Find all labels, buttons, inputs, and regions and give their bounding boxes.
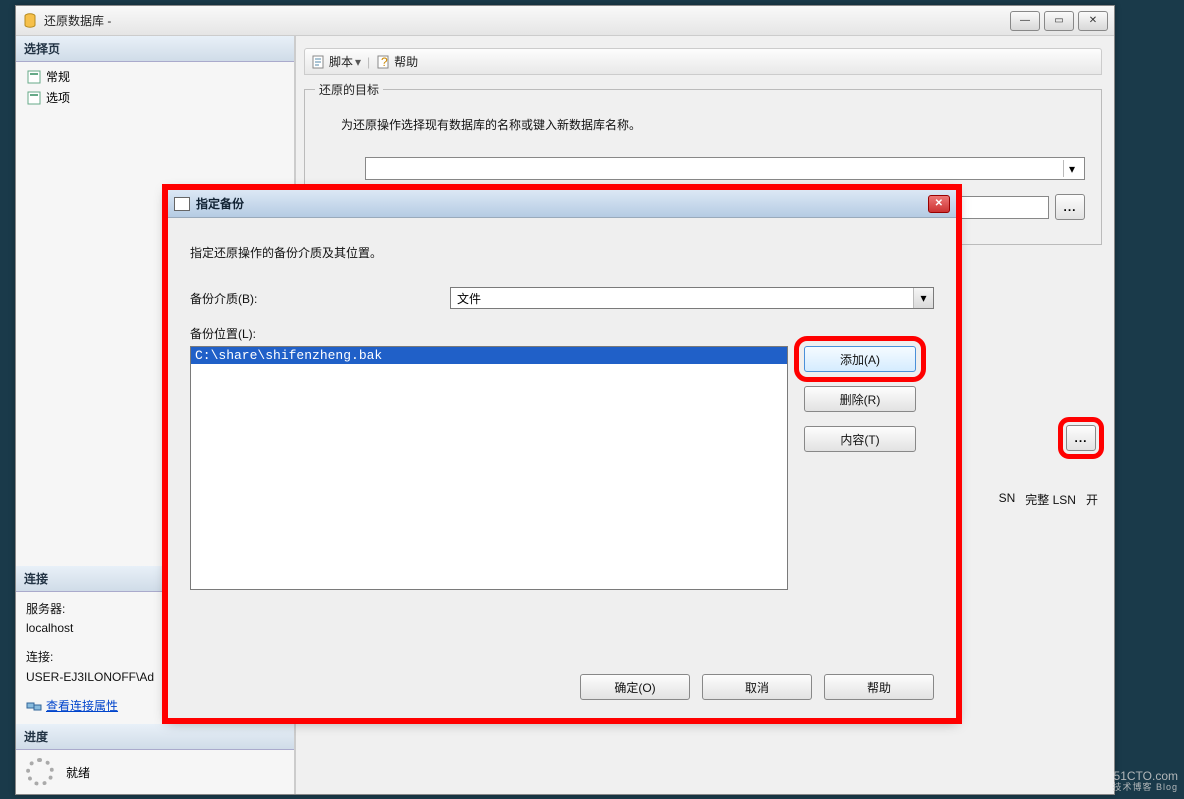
restore-info-text: 为还原操作选择现有数据库的名称或键入新数据库名称。	[341, 116, 1081, 133]
help-icon: ?	[376, 54, 392, 70]
window-title: 还原数据库 -	[44, 12, 1010, 29]
specify-backup-dialog: 指定备份 ✕ 指定还原操作的备份介质及其位置。 备份介质(B): 文件 ▾ 备份…	[167, 189, 957, 719]
remove-button[interactable]: 删除(R)	[804, 386, 916, 412]
database-icon	[22, 13, 38, 29]
progress-text: 就绪	[66, 764, 90, 781]
progress-header: 进度	[16, 724, 294, 750]
window-controls: — ▭ ✕	[1010, 11, 1108, 31]
connection-icon	[26, 698, 42, 714]
select-page-header: 选择页	[16, 36, 294, 62]
cancel-button[interactable]: 取消	[702, 674, 812, 700]
fieldset-legend: 还原的目标	[315, 81, 383, 98]
progress-status: 就绪	[16, 750, 294, 794]
spinner-icon	[26, 758, 54, 786]
nav-label: 选项	[46, 89, 70, 106]
link-text: 查看连接属性	[46, 697, 118, 716]
nav-item-options[interactable]: 选项	[20, 87, 290, 108]
script-icon	[311, 54, 327, 70]
dropdown-arrow-icon: ▾	[355, 55, 361, 69]
toolbar: 脚本 ▾ | ? 帮助	[304, 48, 1102, 75]
close-button[interactable]: ✕	[1078, 11, 1108, 31]
contents-button[interactable]: 内容(T)	[804, 426, 916, 452]
watermark: 51CTO.com 技术博客 Blog	[1112, 770, 1178, 793]
list-item[interactable]: C:\share\shifenzheng.bak	[191, 347, 787, 364]
browse-button-1[interactable]: ...	[1055, 194, 1085, 220]
help-label: 帮助	[394, 53, 418, 70]
dialog-title: 指定备份	[196, 195, 928, 212]
dialog-description: 指定还原操作的备份介质及其位置。	[190, 244, 934, 261]
ok-button[interactable]: 确定(O)	[580, 674, 690, 700]
add-button[interactable]: 添加(A)	[804, 346, 916, 372]
dialog-close-button[interactable]: ✕	[928, 195, 950, 213]
dialog-body: 指定还原操作的备份介质及其位置。 备份介质(B): 文件 ▾ 备份位置(L): …	[168, 218, 956, 606]
dialog-action-buttons: 确定(O) 取消 帮助	[580, 674, 934, 700]
svg-text:?: ?	[381, 55, 388, 69]
watermark-line2: 技术博客 Blog	[1112, 783, 1178, 793]
chevron-down-icon: ▾	[913, 288, 933, 308]
backup-media-select[interactable]: 文件 ▾	[450, 287, 934, 309]
nav-label: 常规	[46, 68, 70, 85]
minimize-button[interactable]: —	[1010, 11, 1040, 31]
backup-location-listbox[interactable]: C:\share\shifenzheng.bak	[190, 346, 788, 590]
backup-media-row: 备份介质(B): 文件 ▾	[190, 287, 934, 309]
col-open: 开	[1086, 491, 1098, 508]
titlebar: 还原数据库 - — ▭ ✕	[16, 6, 1114, 36]
window-icon	[174, 197, 190, 211]
help-button[interactable]: ? 帮助	[376, 53, 418, 70]
help-button[interactable]: 帮助	[824, 674, 934, 700]
chevron-down-icon: ▾	[1063, 160, 1080, 177]
backup-media-value: 文件	[457, 290, 481, 307]
page-icon	[26, 90, 42, 106]
col-full-lsn: 完整 LSN	[1025, 491, 1076, 508]
dialog-titlebar: 指定备份 ✕	[168, 190, 956, 218]
page-icon	[26, 69, 42, 85]
browse-backup-button[interactable]: ...	[1066, 425, 1096, 451]
backup-location-label: 备份位置(L):	[190, 325, 450, 342]
col-sn: SN	[999, 491, 1016, 508]
listbox-buttons: 添加(A) 删除(R) 内容(T)	[804, 346, 916, 590]
backup-location-row: 备份位置(L):	[190, 325, 934, 342]
nav-item-general[interactable]: 常规	[20, 66, 290, 87]
maximize-button[interactable]: ▭	[1044, 11, 1074, 31]
script-label: 脚本	[329, 53, 353, 70]
backup-media-label: 备份介质(B):	[190, 290, 450, 307]
script-button[interactable]: 脚本 ▾	[311, 53, 361, 70]
target-db-dropdown[interactable]: ▾	[365, 157, 1085, 180]
